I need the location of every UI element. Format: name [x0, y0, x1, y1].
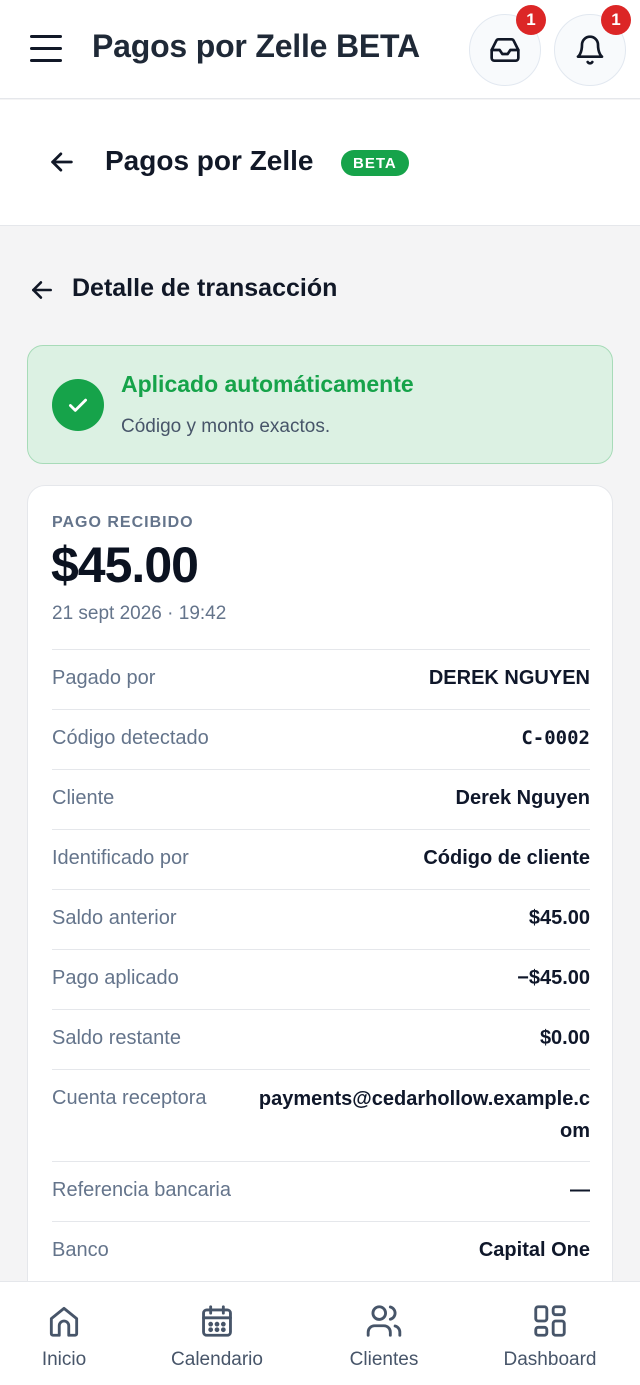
- back-arrow-icon[interactable]: [29, 277, 55, 303]
- detail-value: Capital One: [478, 1239, 590, 1261]
- detail-row-applied-payment: Pago aplicado −$45.00: [52, 949, 590, 1009]
- payment-label: PAGO RECIBIDO: [52, 514, 194, 531]
- nav-label: Dashboard: [503, 1349, 597, 1370]
- detail-label: Cuenta receptora: [52, 1087, 207, 1109]
- nav-item-inicio[interactable]: Inicio: [32, 1282, 96, 1385]
- status-title: Aplicado automáticamente: [121, 371, 414, 397]
- notifications-button[interactable]: 1: [554, 5, 631, 86]
- beta-badge: BETA: [341, 150, 409, 176]
- detail-row-client: Cliente Derek Nguyen: [52, 769, 590, 829]
- home-icon: [49, 1306, 79, 1337]
- detail-value: Derek Nguyen: [455, 787, 591, 809]
- detail-label: Banco: [52, 1239, 109, 1261]
- inbox-button[interactable]: 1: [469, 5, 546, 86]
- detail-label: Saldo anterior: [52, 907, 177, 929]
- dashboard-icon: [534, 1305, 566, 1337]
- detail-label: Pago aplicado: [52, 967, 179, 989]
- detail-row-remaining-balance: Saldo restante $0.00: [52, 1009, 590, 1069]
- detail-label: Código detectado: [52, 727, 209, 749]
- nav-label: Clientes: [349, 1349, 419, 1370]
- section-title: Detalle de transacción: [72, 274, 338, 302]
- detail-label: Referencia bancaria: [52, 1179, 231, 1201]
- detail-label: Pagado por: [52, 667, 156, 689]
- detail-value: $45.00: [528, 907, 590, 929]
- nav-label: Calendario: [171, 1349, 263, 1370]
- nav-label: Inicio: [41, 1349, 87, 1370]
- detail-value: payments@cedarhollow.example.com: [258, 1088, 590, 1142]
- calendar-icon: [202, 1305, 232, 1337]
- detail-value: $0.00: [539, 1027, 590, 1049]
- nav-item-clientes[interactable]: Clientes: [338, 1282, 430, 1385]
- detail-value: Código de cliente: [423, 847, 590, 869]
- detail-value: C-0002: [521, 727, 590, 749]
- nav-item-dashboard[interactable]: Dashboard: [494, 1282, 606, 1385]
- inbox-badge: 1: [516, 5, 546, 35]
- status-card: Aplicado automáticamente Código y monto …: [27, 345, 613, 464]
- inbox-icon: [490, 38, 520, 62]
- top-app-bar: Pagos por Zelle BETA 1 1: [0, 0, 640, 99]
- detail-row-previous-balance: Saldo anterior $45.00: [52, 889, 590, 949]
- transaction-detail-card: PAGO RECIBIDO $45.00 21 sept 2026 · 19:4…: [27, 485, 613, 1315]
- users-icon: [366, 1305, 402, 1337]
- payment-datetime: 21 sept 2026 · 19:42: [52, 603, 227, 624]
- detail-label: Saldo restante: [52, 1027, 181, 1049]
- bottom-nav: Inicio Calendario Clientes Dashboard: [0, 1281, 640, 1385]
- back-arrow-icon[interactable]: [48, 148, 76, 176]
- nav-item-calendario[interactable]: Calendario: [160, 1282, 274, 1385]
- detail-row-bank: Banco Capital One: [52, 1221, 590, 1281]
- payment-amount: $45.00: [51, 537, 199, 593]
- detail-row-receiving-account: Cuenta receptora payments@cedarhollow.ex…: [52, 1069, 590, 1161]
- bell-icon: [576, 35, 604, 65]
- detail-value: DEREK NGUYEN: [428, 667, 590, 689]
- page-title: Pagos por Zelle: [105, 145, 314, 176]
- notifications-badge: 1: [601, 5, 631, 35]
- detail-row-paid-by: Pagado por DEREK NGUYEN: [52, 649, 590, 709]
- detail-row-identified-by: Identificado por Código de cliente: [52, 829, 590, 889]
- detail-row-bank-reference: Referencia bancaria —: [52, 1161, 590, 1221]
- app-title: Pagos por Zelle BETA: [92, 28, 420, 64]
- detail-label: Identificado por: [52, 847, 189, 869]
- status-description: Código y monto exactos.: [121, 416, 331, 437]
- detail-row-code: Código detectado C-0002: [52, 709, 590, 769]
- page-header: [0, 100, 640, 226]
- detail-value: —: [570, 1179, 590, 1201]
- detail-value: −$45.00: [517, 967, 590, 989]
- menu-icon[interactable]: [30, 35, 62, 63]
- detail-rows: Pagado por DEREK NGUYEN Código detectado…: [52, 649, 590, 1281]
- check-icon: [52, 379, 104, 431]
- detail-label: Cliente: [52, 787, 115, 809]
